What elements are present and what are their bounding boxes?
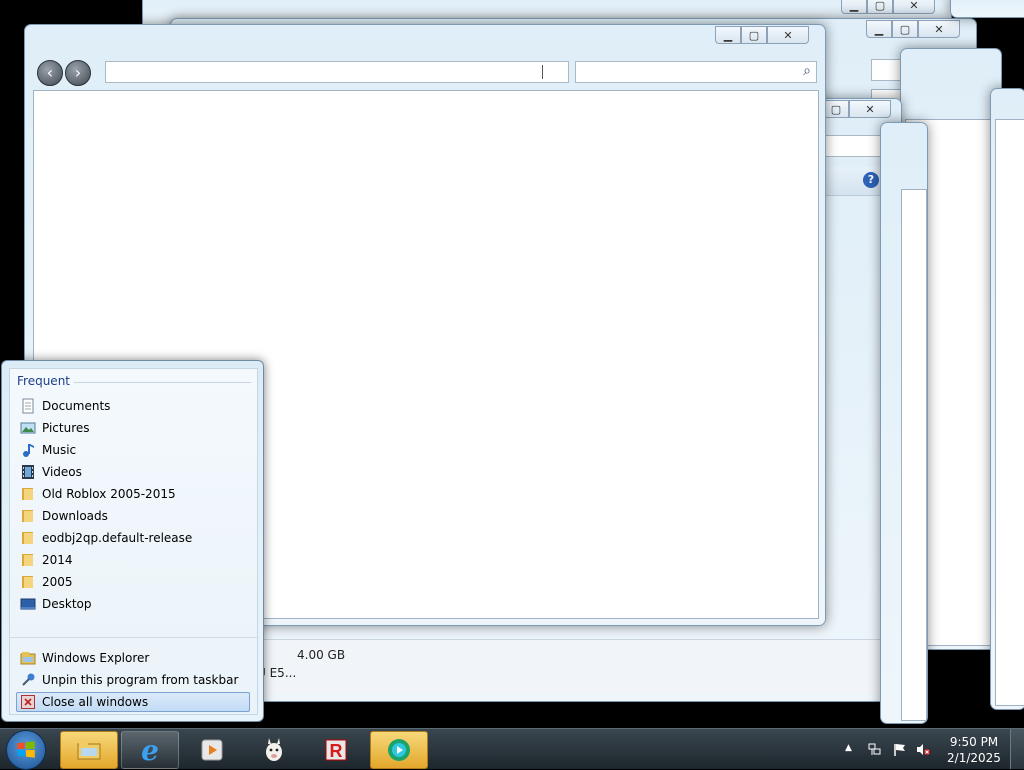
- folder-icon: [22, 532, 33, 544]
- desktop-icon: [20, 598, 36, 610]
- explorer-window-mid[interactable]: [880, 122, 928, 724]
- show-hidden-icons-button[interactable]: ▲: [845, 743, 855, 755]
- maximize-button[interactable]: ▢: [823, 100, 849, 118]
- windows-explorer-icon: [20, 652, 36, 665]
- search-field[interactable]: ⌕: [575, 61, 817, 83]
- close-button[interactable]: ✕: [849, 100, 891, 118]
- jump-item-label: 2014: [42, 553, 73, 567]
- jump-item-videos[interactable]: Videos: [16, 462, 250, 482]
- task-label: Unpin this program from taskbar: [42, 673, 239, 687]
- jump-item-documents[interactable]: Documents: [16, 396, 250, 416]
- internet-explorer-icon: e: [141, 733, 159, 767]
- jump-item-label: 2005: [42, 575, 73, 589]
- address-bar[interactable]: [105, 61, 569, 83]
- forward-arrow-icon[interactable]: ›: [65, 60, 91, 86]
- media-app-icon: [388, 739, 410, 761]
- minimize-button[interactable]: ▁: [715, 26, 741, 44]
- folder-icon: [22, 488, 33, 500]
- start-button[interactable]: [6, 730, 46, 770]
- jump-item-desktop[interactable]: Desktop: [16, 594, 250, 614]
- jump-item-old-roblox[interactable]: Old Roblox 2005-2015: [16, 484, 250, 504]
- close-button[interactable]: ✕: [918, 20, 960, 38]
- jump-item-pictures[interactable]: Pictures: [16, 418, 250, 438]
- media-player-icon: [201, 739, 223, 761]
- task-close-all-windows[interactable]: Close all windows: [16, 692, 250, 712]
- jump-item-label: Pictures: [42, 421, 90, 435]
- frequent-heading: Frequent: [17, 374, 70, 388]
- explorer-jump-list: Frequent Documents Pictures Music Videos…: [1, 360, 264, 722]
- close-button[interactable]: ✕: [893, 0, 935, 14]
- documents-icon: [22, 398, 34, 414]
- jump-item-label: Desktop: [42, 597, 92, 611]
- jump-item-label: eodbj2qp.default-release: [42, 531, 193, 545]
- action-center-flag-icon[interactable]: [893, 743, 907, 756]
- taskbar-windows-explorer[interactable]: [60, 731, 118, 769]
- jump-item-label: Documents: [42, 399, 111, 413]
- jump-item-2014[interactable]: 2014: [16, 550, 250, 570]
- taskbar-media-player[interactable]: [183, 731, 241, 769]
- jump-item-eodbj2qp[interactable]: eodbj2qp.default-release: [16, 528, 250, 548]
- roblox-icon: R: [325, 739, 347, 761]
- maximize-button[interactable]: ▢: [867, 0, 893, 14]
- jump-item-music[interactable]: Music: [16, 440, 250, 460]
- folder-icon: [22, 510, 33, 522]
- task-unpin[interactable]: Unpin this program from taskbar: [16, 670, 250, 690]
- task-label: Windows Explorer: [42, 651, 150, 665]
- details-pane: 4.00 GB U E5...: [241, 639, 893, 694]
- clock-time: 9:50 PM: [949, 735, 999, 749]
- memory-value: 4.00 GB: [297, 648, 346, 662]
- jump-item-label: Videos: [42, 465, 82, 479]
- jump-item-label: Downloads: [42, 509, 108, 523]
- windows-explorer-icon: [77, 741, 101, 760]
- close-all-icon: [21, 695, 35, 709]
- volume-muted-icon[interactable]: [916, 743, 930, 756]
- taskbar: e R ▲ 9:50 PM 2/1/2025: [0, 728, 1024, 770]
- svg-text:R: R: [330, 741, 343, 761]
- content-pane: [901, 189, 927, 721]
- explorer-window-back-4[interactable]: [990, 88, 1024, 710]
- pictures-icon: [20, 422, 36, 434]
- maximize-button[interactable]: ▢: [892, 20, 918, 38]
- unpin-icon: [22, 673, 35, 686]
- maximize-button[interactable]: ▢: [741, 26, 767, 44]
- jump-item-2005[interactable]: 2005: [16, 572, 250, 592]
- task-label: Close all windows: [42, 695, 149, 709]
- search-icon: ⌕: [803, 63, 811, 79]
- jump-list-panel: Frequent Documents Pictures Music Videos…: [9, 368, 258, 715]
- folder-icon: [22, 554, 33, 566]
- content-pane: [995, 119, 1024, 706]
- minimize-button[interactable]: ▁: [866, 20, 892, 38]
- close-button[interactable]: ✕: [767, 26, 809, 44]
- task-windows-explorer[interactable]: Windows Explorer: [16, 648, 250, 668]
- help-icon[interactable]: ?: [863, 172, 879, 188]
- minimize-button[interactable]: ▁: [841, 0, 867, 14]
- videos-icon: [22, 465, 34, 479]
- taskbar-internet-explorer[interactable]: e: [121, 731, 179, 769]
- jump-item-label: Old Roblox 2005-2015: [42, 487, 176, 501]
- llama-icon: [266, 738, 282, 761]
- tasks-divider: [10, 637, 257, 638]
- folder-icon: [22, 576, 33, 588]
- taskbar-roblox[interactable]: R: [307, 731, 365, 769]
- back-arrow-icon[interactable]: ‹: [37, 60, 63, 86]
- heading-divider: [74, 382, 251, 383]
- network-icon[interactable]: [868, 743, 882, 756]
- text-cursor: [542, 65, 543, 79]
- show-desktop-button[interactable]: [1010, 729, 1024, 769]
- clock-date: 2/1/2025: [947, 751, 1001, 765]
- windows-logo-icon: [17, 741, 35, 758]
- system-clock[interactable]: 9:50 PM 2/1/2025: [940, 734, 1008, 766]
- taskbar-llama-app[interactable]: [245, 731, 303, 769]
- jump-item-downloads[interactable]: Downloads: [16, 506, 250, 526]
- music-icon: [23, 444, 34, 457]
- jump-item-label: Music: [42, 443, 77, 457]
- taskbar-media-app[interactable]: [370, 731, 428, 769]
- explorer-window-back-5[interactable]: [950, 0, 1024, 18]
